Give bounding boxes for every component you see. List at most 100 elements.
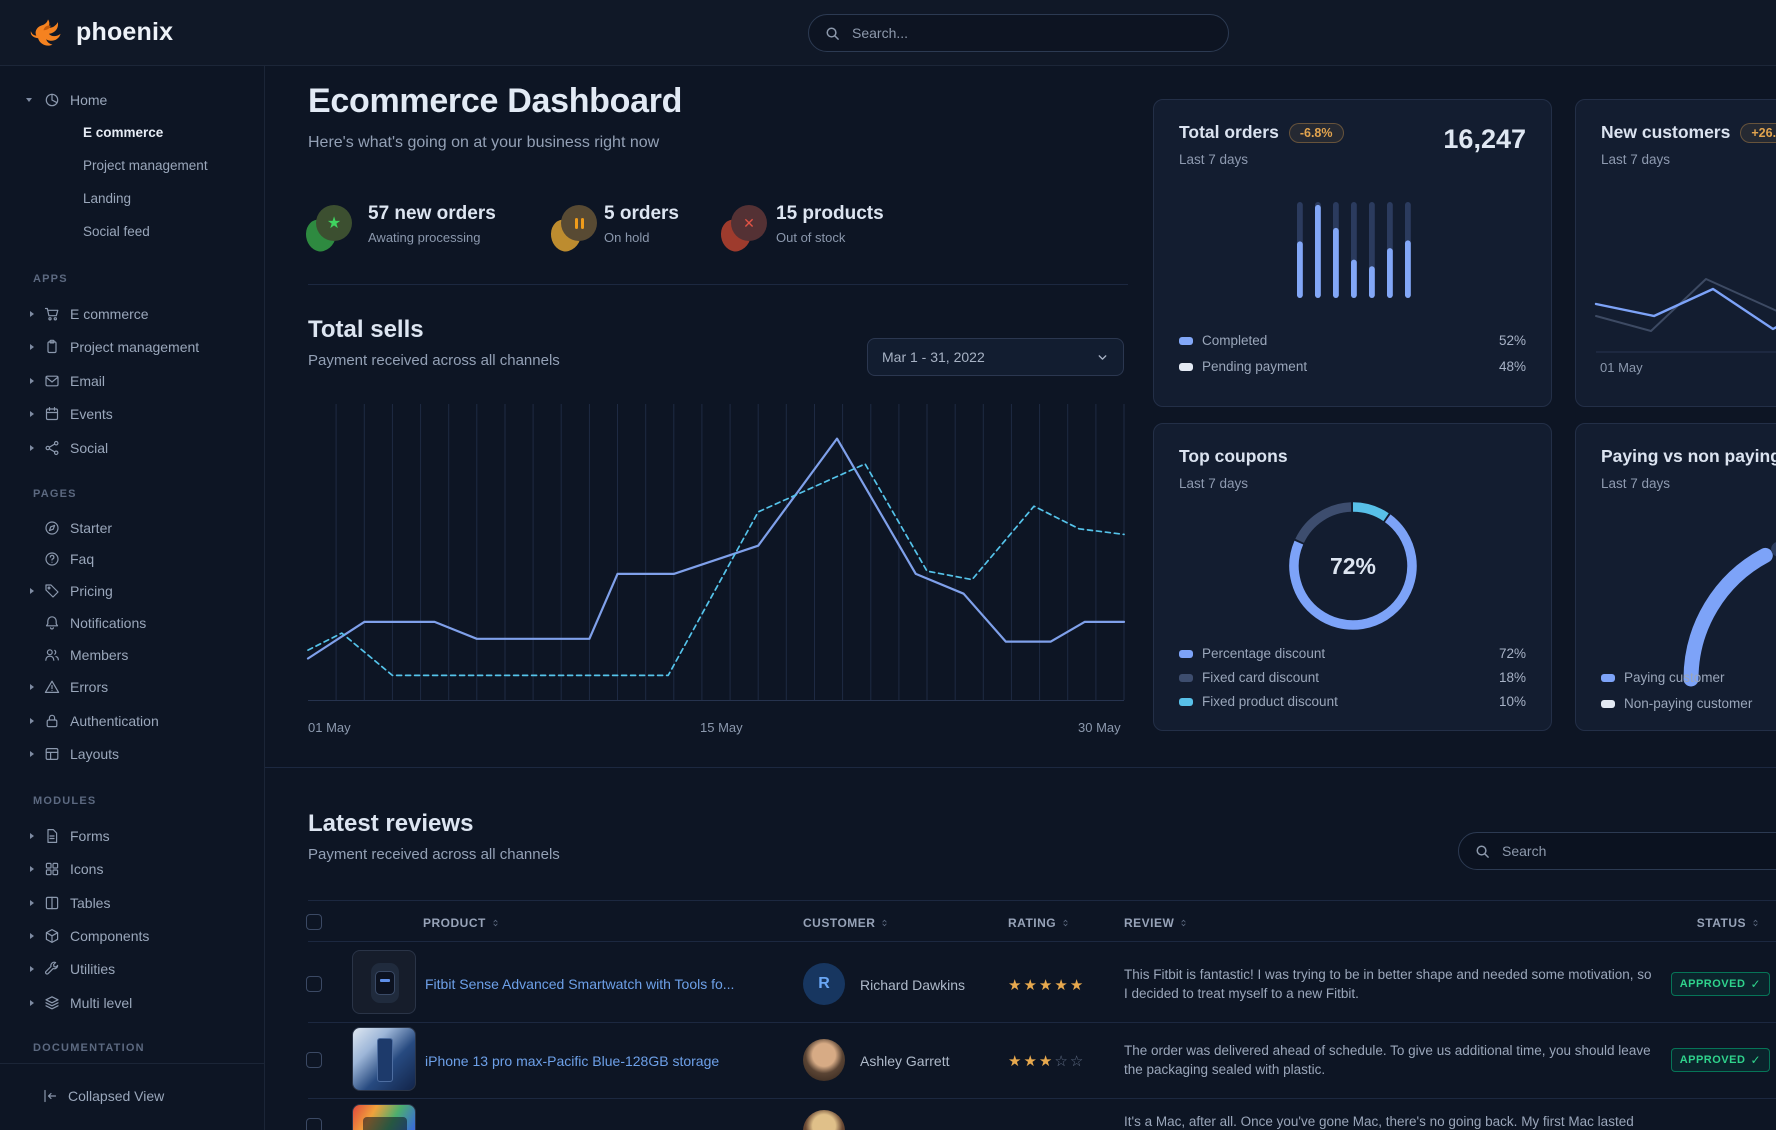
page-title: Ecommerce Dashboard: [308, 82, 682, 121]
table-border: [308, 900, 1776, 901]
bell-icon: [44, 615, 60, 631]
star-icon: ★: [316, 205, 352, 241]
sidebar-item-icons[interactable]: Icons: [30, 858, 103, 880]
status-badge: APPROVED✓: [1671, 972, 1770, 996]
sidebar-item-tables[interactable]: Tables: [30, 892, 110, 914]
row-checkbox[interactable]: [306, 1052, 322, 1068]
stat-out-of-stock-value: 15 products: [776, 203, 884, 225]
legend-row: Pending payment 48%: [1179, 359, 1526, 374]
check-icon: ✓: [1750, 1053, 1761, 1067]
reviews-search[interactable]: [1458, 832, 1776, 870]
sort-icon: [491, 917, 500, 929]
sidebar-section-apps: APPS: [33, 273, 68, 285]
lock-icon: [44, 713, 60, 729]
app-root: phoenix Home E commerce Project manageme…: [0, 0, 1776, 1130]
legend-row: Percentage discount 72%: [1179, 646, 1526, 661]
product-thumbnail-imac[interactable]: [352, 1104, 416, 1130]
section-divider: [308, 284, 1128, 285]
envelope-icon: [44, 373, 60, 389]
sidebar-item-email[interactable]: Email: [30, 370, 105, 392]
card-title: Paying vs non paying: [1601, 446, 1776, 467]
card-title: Total orders: [1179, 122, 1279, 143]
column-header-status[interactable]: STATUS: [1697, 916, 1760, 930]
card-title: Top coupons: [1179, 446, 1288, 467]
legend-swatch: [1601, 700, 1615, 708]
global-search-input[interactable]: [850, 24, 1212, 42]
row-checkbox[interactable]: [306, 1118, 322, 1130]
sidebar-item-multi-level[interactable]: Multi level: [30, 992, 132, 1014]
sidebar-item-utilities[interactable]: Utilities: [30, 958, 115, 980]
product-link[interactable]: Fitbit Sense Advanced Smartwatch with To…: [425, 976, 734, 992]
global-search[interactable]: [808, 14, 1229, 52]
x-tick-01may: 01 May: [308, 720, 351, 735]
reviews-search-input[interactable]: [1500, 842, 1776, 860]
sidebar-item-social[interactable]: Social: [30, 437, 108, 459]
sidebar-item-layouts[interactable]: Layouts: [30, 743, 119, 765]
select-all-checkbox[interactable]: [306, 914, 322, 930]
caret-right-icon: [30, 999, 44, 1007]
sidebar-item-home[interactable]: Home: [26, 89, 107, 111]
legend-swatch: [1179, 363, 1193, 371]
sidebar-subitem-landing[interactable]: Landing: [83, 191, 131, 206]
table-border: [308, 1098, 1776, 1099]
question-circle-icon: [44, 551, 60, 567]
brand-logo[interactable]: phoenix: [30, 14, 173, 50]
table-border: [308, 1022, 1776, 1023]
rating-stars: ★★★★★: [1008, 976, 1085, 994]
sidebar-item-forms[interactable]: Forms: [30, 825, 110, 847]
sort-icon: [1061, 917, 1070, 929]
pie-chart-icon: [44, 92, 60, 108]
sidebar-item-notifications[interactable]: Notifications: [30, 612, 146, 634]
sidebar-item-components[interactable]: Components: [30, 925, 149, 947]
column-header-rating[interactable]: RATING: [1008, 916, 1070, 930]
x-tick-15may: 15 May: [700, 720, 743, 735]
sidebar-item-ecommerce-app[interactable]: E commerce: [30, 303, 149, 325]
column-header-product[interactable]: PRODUCT: [423, 916, 500, 930]
sidebar-subitem-ecommerce[interactable]: E commerce: [83, 125, 163, 140]
avatar-photo[interactable]: [803, 1039, 845, 1081]
caret-right-icon: [30, 865, 44, 873]
card-period: Last 7 days: [1179, 476, 1248, 491]
caret-right-icon: [30, 717, 44, 725]
sidebar-item-project-management[interactable]: Project management: [30, 336, 199, 358]
search-icon: [825, 26, 840, 41]
sidebar-item-authentication[interactable]: Authentication: [30, 710, 159, 732]
tag-icon: [44, 583, 60, 599]
date-range-select[interactable]: Mar 1 - 31, 2022: [867, 338, 1124, 376]
caret-right-icon: [30, 932, 44, 940]
sidebar-subitem-project-management[interactable]: Project management: [83, 158, 208, 173]
column-header-review[interactable]: REVIEW: [1124, 916, 1188, 930]
sidebar-item-starter[interactable]: Starter: [30, 517, 112, 539]
avatar-photo[interactable]: [803, 1110, 845, 1130]
sidebar-item-errors[interactable]: Errors: [30, 676, 108, 698]
product-thumbnail-iphone[interactable]: [352, 1027, 416, 1091]
caret-right-icon: [30, 410, 44, 418]
avatar-initial[interactable]: R: [803, 963, 845, 1005]
layers-icon: [44, 995, 60, 1011]
sidebar-item-faq[interactable]: Faq: [30, 548, 94, 570]
donut-center-value: 72%: [1273, 486, 1433, 646]
caret-right-icon: [30, 832, 44, 840]
product-thumbnail-smartwatch[interactable]: [352, 950, 416, 1014]
collapse-sidebar-button[interactable]: Collapsed View: [42, 1088, 164, 1104]
collapse-icon: [42, 1088, 58, 1104]
card-period: Last 7 days: [1601, 152, 1670, 167]
sort-icon: [1179, 917, 1188, 929]
stat-out-of-stock-label: Out of stock: [776, 230, 884, 245]
cart-icon: [44, 306, 60, 322]
caret-placeholder: [30, 651, 44, 659]
top-navbar: phoenix: [0, 0, 1776, 66]
top-coupons-card: Top coupons Last 7 days 72% Percentage d…: [1153, 423, 1552, 731]
out-of-stock-icon: ✕: [721, 205, 767, 251]
product-link[interactable]: iPhone 13 pro max-Pacific Blue-128GB sto…: [425, 1053, 719, 1069]
legend-swatch: [1179, 337, 1193, 345]
x-tick-30may: 30 May: [1078, 720, 1121, 735]
total-orders-bar-chart: [1292, 198, 1424, 302]
row-checkbox[interactable]: [306, 976, 322, 992]
sidebar-item-events[interactable]: Events: [30, 403, 113, 425]
sidebar-item-pricing[interactable]: Pricing: [30, 580, 113, 602]
column-header-customer[interactable]: CUSTOMER: [803, 916, 889, 930]
caret-right-icon: [30, 965, 44, 973]
sidebar-item-members[interactable]: Members: [30, 644, 128, 666]
sidebar-subitem-social-feed[interactable]: Social feed: [83, 224, 150, 239]
